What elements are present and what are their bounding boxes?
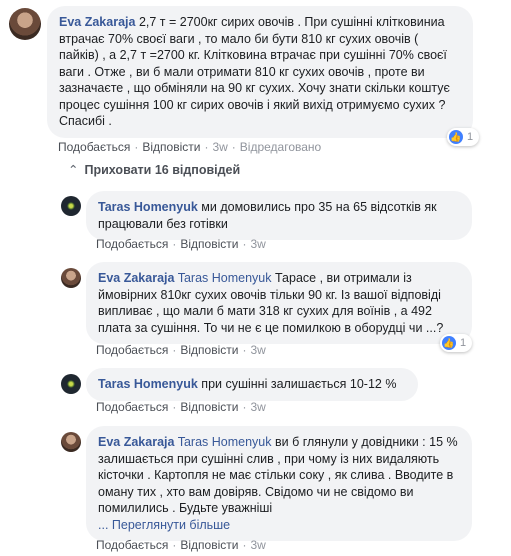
comment-actions: Подобається · Відповісти · 3w xyxy=(96,400,266,414)
comment-bubble: Eva Zakaraja Taras Homenyuk ви б глянули… xyxy=(86,426,472,541)
reply-link[interactable]: Відповісти xyxy=(180,237,238,251)
reply-link[interactable]: Відповісти xyxy=(180,343,238,357)
mention-link[interactable]: Taras Homenyuk xyxy=(178,435,272,449)
like-thumb-icon: 👍 xyxy=(449,130,463,144)
like-link[interactable]: Подобається xyxy=(96,538,168,552)
reaction-count[interactable]: 👍 1 xyxy=(447,128,480,146)
reply-arrow-icon: ⌃ xyxy=(68,163,79,177)
see-more-link[interactable]: ... Переглянути більше xyxy=(98,518,230,532)
hide-replies-toggle[interactable]: ⌃ Приховати 16 відповідей xyxy=(68,162,240,177)
reply-link[interactable]: Відповісти xyxy=(142,140,200,154)
like-link[interactable]: Подобається xyxy=(58,140,130,154)
comment-bubble: Eva Zakaraja Taras Homenyuk Тарасе , ви … xyxy=(86,262,472,344)
timestamp[interactable]: 3w xyxy=(250,237,265,251)
avatar[interactable] xyxy=(61,196,81,216)
like-link[interactable]: Подобається xyxy=(96,237,168,251)
like-link[interactable]: Подобається xyxy=(96,343,168,357)
timestamp[interactable]: 3w xyxy=(212,140,227,154)
comment-text: 2,7 т = 2700кг сирих овочів . При сушінн… xyxy=(59,15,450,128)
like-link[interactable]: Подобається xyxy=(96,400,168,414)
avatar[interactable] xyxy=(61,268,81,288)
timestamp[interactable]: 3w xyxy=(250,538,265,552)
comment-author[interactable]: Taras Homenyuk xyxy=(98,200,198,214)
comment-actions: Подобається · Відповісти · 3w xyxy=(96,343,266,357)
comment-actions: Подобається · Відповісти · 3w xyxy=(96,538,266,552)
avatar[interactable] xyxy=(61,374,81,394)
edited-label: Відредаговано xyxy=(239,140,322,154)
comment-author[interactable]: Eva Zakaraja xyxy=(59,15,135,29)
comment-author[interactable]: Eva Zakaraja xyxy=(98,435,174,449)
comment-bubble: Taras Homenyuk при сушінні залишається 1… xyxy=(86,368,418,401)
timestamp[interactable]: 3w xyxy=(250,343,265,357)
avatar[interactable] xyxy=(9,8,41,40)
reply-link[interactable]: Відповісти xyxy=(180,538,238,552)
timestamp[interactable]: 3w xyxy=(250,400,265,414)
comment-bubble: Taras Homenyuk ми домовились про 35 на 6… xyxy=(86,191,472,240)
comment-bubble: Eva Zakaraja 2,7 т = 2700кг сирих овочів… xyxy=(47,6,473,138)
comment-text: при сушінні залишається 10-12 % xyxy=(201,377,397,391)
reply-link[interactable]: Відповісти xyxy=(180,400,238,414)
reaction-count[interactable]: 👍 1 xyxy=(440,334,473,352)
comment-author[interactable]: Taras Homenyuk xyxy=(98,377,198,391)
comment-actions: Подобається · Відповісти · 3w xyxy=(96,237,266,251)
comment-actions: Подобається · Відповісти · 3w · Відредаговано xyxy=(58,140,322,154)
comment-author[interactable]: Eva Zakaraja xyxy=(98,271,174,285)
mention-link[interactable]: Taras Homenyuk xyxy=(178,271,272,285)
like-thumb-icon: 👍 xyxy=(442,336,456,350)
avatar[interactable] xyxy=(61,432,81,452)
